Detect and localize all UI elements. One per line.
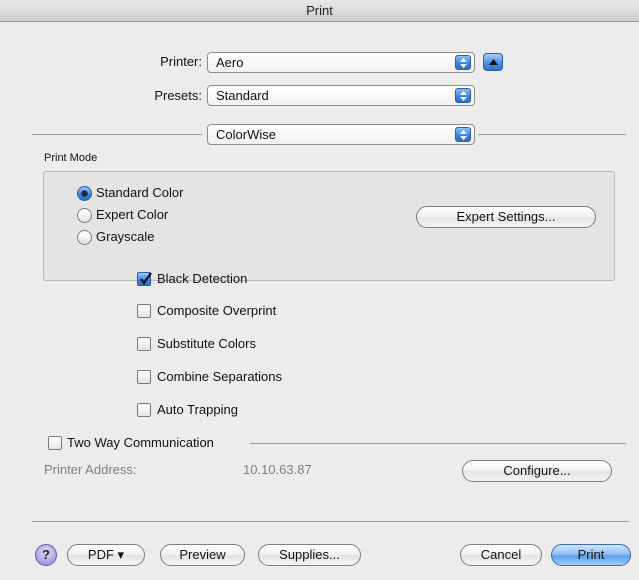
printer-address-label: Printer Address:: [44, 462, 137, 477]
panel-value: ColorWise: [216, 127, 276, 142]
panel-popup[interactable]: ColorWise: [207, 124, 475, 145]
popup-arrows-icon: [455, 127, 471, 142]
presets-label: Presets:: [154, 88, 202, 103]
composite-overprint-label: Composite Overprint: [157, 303, 277, 318]
window-title: Print: [0, 0, 639, 22]
radio-expert-color[interactable]: [77, 208, 92, 223]
auto-trapping-label: Auto Trapping: [157, 402, 238, 417]
disclosure-triangle-icon[interactable]: [483, 53, 503, 71]
radio-grayscale[interactable]: [77, 230, 92, 245]
two-way-communication-label: Two Way Communication: [67, 435, 214, 450]
presets-value: Standard: [216, 88, 269, 103]
checkbox-composite-overprint[interactable]: [137, 304, 151, 318]
checkbox-black-detection[interactable]: [137, 272, 152, 286]
pdf-button[interactable]: PDF ▾: [67, 544, 145, 566]
substitute-colors-label: Substitute Colors: [157, 336, 256, 351]
printer-value: Aero: [216, 55, 244, 70]
printer-popup[interactable]: Aero: [207, 52, 475, 73]
separator-right: [478, 134, 626, 135]
black-detection-label: Black Detection: [157, 271, 248, 286]
combine-separations-label: Combine Separations: [157, 369, 283, 384]
expert-settings-button[interactable]: Expert Settings...: [416, 206, 596, 228]
cancel-button[interactable]: Cancel: [460, 544, 542, 566]
radio-grayscale-label: Grayscale: [96, 229, 155, 244]
help-button[interactable]: ?: [35, 544, 57, 566]
separator-two-way: [250, 443, 626, 444]
print-button[interactable]: Print: [551, 544, 631, 566]
separator-footer: [32, 521, 629, 522]
printer-label: Printer:: [160, 54, 202, 69]
presets-popup[interactable]: Standard: [207, 85, 475, 106]
printer-address-value: 10.10.63.87: [243, 462, 312, 477]
print-dialog: Printer: Aero Presets: Standard ColorWis…: [0, 22, 639, 580]
checkbox-auto-trapping[interactable]: [137, 403, 151, 417]
checkbox-combine-separations[interactable]: [137, 370, 151, 384]
radio-expert-color-label: Expert Color: [96, 207, 169, 222]
checkbox-substitute-colors[interactable]: [137, 337, 151, 351]
checkbox-two-way-communication[interactable]: [48, 436, 62, 450]
separator-left: [32, 134, 202, 135]
configure-button[interactable]: Configure...: [462, 460, 612, 482]
preview-button[interactable]: Preview: [160, 544, 245, 566]
popup-arrows-icon: [455, 88, 471, 103]
radio-standard-color[interactable]: [77, 186, 92, 201]
print-mode-title: Print Mode: [44, 152, 98, 164]
supplies-button[interactable]: Supplies...: [258, 544, 361, 566]
radio-standard-color-label: Standard Color: [96, 185, 184, 200]
popup-arrows-icon: [455, 55, 471, 70]
